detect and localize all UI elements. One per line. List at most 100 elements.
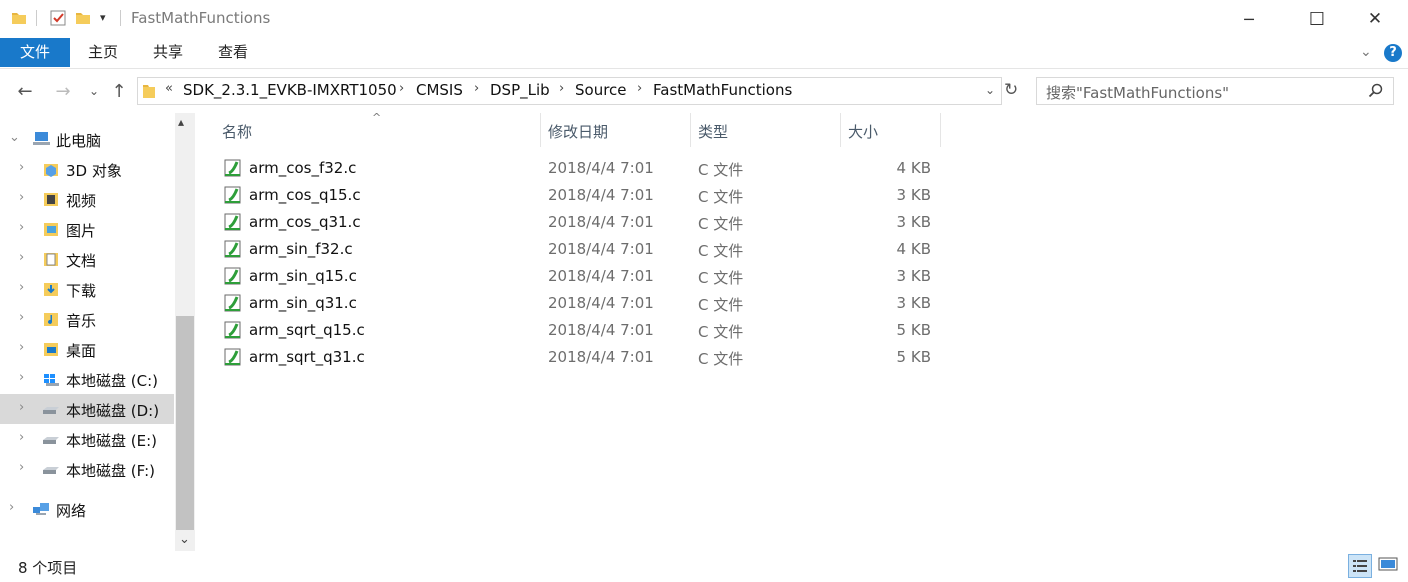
nav-scrollbar-thumb[interactable] (176, 316, 194, 530)
folder-icon (12, 13, 26, 24)
drive-icon (43, 467, 59, 474)
chevron-right-icon[interactable]: › (19, 280, 24, 295)
breadcrumb-item[interactable]: FastMathFunctions (653, 81, 792, 99)
chevron-right-icon[interactable]: › (9, 500, 14, 515)
file-row[interactable]: arm_sqrt_q15.c 2018/4/4 7:01 C 文件 5 KB (219, 317, 949, 344)
chevron-right-icon[interactable]: › (19, 250, 24, 265)
nav-item-downloads[interactable]: › 下载 (0, 274, 174, 304)
expand-ribbon-chevron-icon[interactable]: ⌄ (1360, 44, 1372, 60)
chevron-right-icon[interactable]: › (19, 370, 24, 385)
chevron-right-icon[interactable]: › (19, 190, 24, 205)
nav-item-videos[interactable]: › 视频 (0, 184, 174, 214)
nav-item-network[interactable]: › 网络 (0, 494, 174, 524)
c-source-file-icon (224, 348, 241, 366)
chevron-right-icon[interactable]: › (19, 400, 24, 415)
chevron-down-icon[interactable]: ⌄ (9, 130, 20, 145)
column-divider[interactable] (940, 113, 941, 147)
nav-item-documents[interactable]: › 文档 (0, 244, 174, 274)
close-button[interactable]: ✕ (1352, 0, 1398, 38)
documents-folder-icon (44, 253, 58, 266)
windows-drive-icon (44, 374, 59, 386)
minimize-button[interactable]: ─ (1226, 0, 1272, 38)
file-row[interactable]: arm_cos_q31.c 2018/4/4 7:01 C 文件 3 KB (219, 209, 949, 236)
file-row[interactable]: arm_cos_f32.c 2018/4/4 7:01 C 文件 4 KB (219, 155, 949, 182)
chevron-right-icon[interactable]: › (19, 460, 24, 475)
address-dropdown-chevron-icon[interactable]: ⌄ (985, 83, 995, 97)
sort-ascending-icon: ^ (372, 111, 382, 124)
c-source-file-icon (224, 186, 241, 204)
column-header-type[interactable]: 类型 (698, 121, 728, 142)
properties-icon[interactable] (49, 9, 67, 27)
search-placeholder: 搜索"FastMathFunctions" (1046, 84, 1230, 102)
pictures-folder-icon (44, 223, 58, 236)
nav-item-drive-f[interactable]: › 本地磁盘 (F:) (0, 454, 174, 484)
breadcrumb-separator-icon[interactable]: › (559, 81, 564, 96)
file-row[interactable]: arm_sin_f32.c 2018/4/4 7:01 C 文件 4 KB (219, 236, 949, 263)
file-row[interactable]: arm_sin_q31.c 2018/4/4 7:01 C 文件 3 KB (219, 290, 949, 317)
desktop-folder-icon (44, 343, 58, 356)
tab-view[interactable]: 查看 (218, 38, 248, 67)
scroll-up-arrow-icon[interactable]: ▴ (178, 115, 184, 129)
up-button[interactable]: ↑ (108, 80, 130, 102)
video-folder-icon (44, 193, 58, 206)
chevron-right-icon[interactable]: › (19, 310, 24, 325)
scroll-down-arrow-icon[interactable]: ⌄ (179, 532, 190, 547)
nav-item-3d-objects[interactable]: › 3D 对象 (0, 154, 174, 184)
breadcrumb-separator-icon[interactable]: › (637, 81, 642, 96)
breadcrumb-item[interactable]: Source (575, 81, 627, 99)
music-folder-icon (44, 313, 58, 326)
chevron-right-icon[interactable]: › (19, 340, 24, 355)
c-source-file-icon (224, 213, 241, 231)
recent-locations-chevron-icon[interactable]: ⌄ (83, 80, 105, 102)
maximize-button[interactable]: ☐ (1294, 0, 1340, 38)
file-row[interactable]: arm_sin_q15.c 2018/4/4 7:01 C 文件 3 KB (219, 263, 949, 290)
thumbnail-icon (1378, 557, 1398, 571)
nav-item-pictures[interactable]: › 图片 (0, 214, 174, 244)
breadcrumb-item[interactable]: DSP_Lib (490, 81, 550, 99)
downloads-folder-icon (44, 283, 58, 296)
chevron-right-icon[interactable]: › (19, 160, 24, 175)
3d-objects-icon (44, 164, 58, 177)
window-title: FastMathFunctions (131, 9, 271, 27)
refresh-icon[interactable]: ↻ (1004, 80, 1018, 100)
column-header-date[interactable]: 修改日期 (548, 121, 608, 142)
breadcrumb-separator-icon[interactable]: › (399, 81, 404, 96)
details-view-icon[interactable] (1348, 554, 1372, 578)
forward-button[interactable]: → (52, 80, 74, 102)
customize-toolbar-dropdown[interactable]: ▾ (100, 11, 106, 24)
column-divider[interactable] (690, 113, 691, 147)
toolbar-divider (36, 10, 37, 26)
column-divider[interactable] (840, 113, 841, 147)
tab-file[interactable]: 文件 (0, 38, 70, 67)
column-header-name[interactable]: 名称 (222, 121, 252, 142)
folder-icon (143, 85, 155, 98)
breadcrumb-overflow[interactable]: « (165, 81, 173, 96)
nav-item-drive-c[interactable]: › 本地磁盘 (C:) (0, 364, 174, 394)
pc-icon (33, 132, 50, 145)
nav-item-drive-e[interactable]: › 本地磁盘 (E:) (0, 424, 174, 454)
nav-item-desktop[interactable]: › 桌面 (0, 334, 174, 364)
nav-item-music[interactable]: › 音乐 (0, 304, 174, 334)
file-row[interactable]: arm_cos_q15.c 2018/4/4 7:01 C 文件 3 KB (219, 182, 949, 209)
column-divider[interactable] (540, 113, 541, 147)
nav-item-drive-d[interactable]: › 本地磁盘 (D:) (0, 394, 174, 424)
help-icon[interactable]: ? (1384, 44, 1402, 62)
chevron-right-icon[interactable]: › (19, 220, 24, 235)
nav-item-this-pc[interactable]: ⌄ 此电脑 (0, 124, 174, 154)
chevron-right-icon[interactable]: › (19, 430, 24, 445)
tab-share[interactable]: 共享 (153, 38, 183, 67)
search-icon[interactable] (1368, 83, 1384, 99)
large-icons-view-icon[interactable] (1378, 556, 1398, 574)
file-row[interactable]: arm_sqrt_q31.c 2018/4/4 7:01 C 文件 5 KB (219, 344, 949, 371)
back-button[interactable]: ← (14, 80, 36, 102)
tab-home[interactable]: 主页 (88, 38, 118, 67)
breadcrumb-separator-icon[interactable]: › (474, 81, 479, 96)
breadcrumb-item[interactable]: CMSIS (416, 81, 463, 99)
c-source-file-icon (224, 267, 241, 285)
breadcrumb-item[interactable]: SDK_2.3.1_EVKB-IMXRT1050 (183, 81, 397, 99)
status-bar (0, 552, 1408, 582)
c-source-file-icon (224, 294, 241, 312)
new-folder-icon[interactable] (74, 9, 92, 27)
column-header-size[interactable]: 大小 (848, 121, 878, 142)
ribbon-tab-bar (0, 38, 1408, 69)
